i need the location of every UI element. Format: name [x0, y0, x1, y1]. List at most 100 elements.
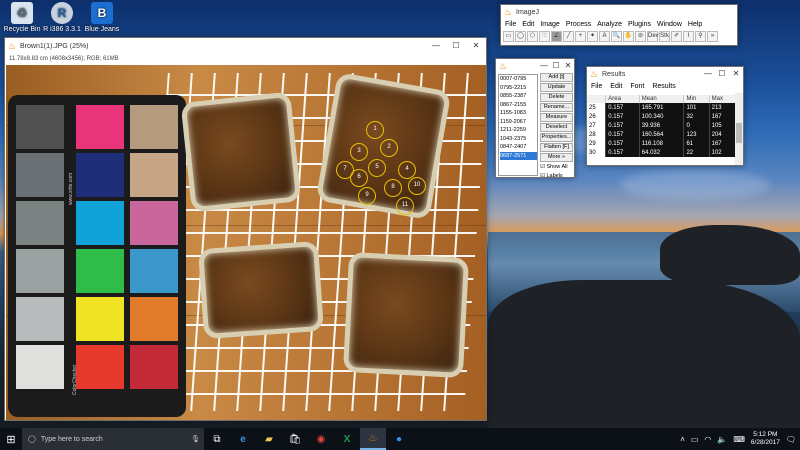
results-table[interactable]: Area Mean Min Max 25 0.157 165.791 101 2… — [587, 95, 738, 157]
keyboard-icon[interactable]: ⌨ — [733, 435, 745, 444]
table-row[interactable]: 27 0.157 39.936 0 105 — [587, 121, 738, 130]
list-item[interactable]: 1043-2375 — [500, 135, 537, 144]
column-header[interactable]: Area — [605, 95, 640, 103]
column-header[interactable]: Mean — [639, 95, 685, 103]
clock[interactable]: 5:12 PM 6/28/2017 — [751, 431, 780, 447]
network-icon[interactable]: ▭ — [691, 435, 699, 444]
list-item-selected[interactable]: 0687-2571 — [500, 151, 537, 160]
menu-font[interactable]: Font — [630, 83, 644, 90]
taskbar-app-explorer[interactable]: ▰ — [256, 428, 282, 450]
deselect-button[interactable]: Deselect — [540, 123, 573, 132]
more-button[interactable]: More » — [540, 153, 573, 162]
rename-button[interactable]: Rename... — [540, 103, 573, 112]
menu-window[interactable]: Window — [657, 21, 682, 28]
table-row[interactable]: 25 0.157 165.791 101 213 — [587, 103, 738, 112]
magnifier-tool-icon[interactable]: 🔍 — [611, 31, 622, 42]
roi-marker[interactable]: 1 — [366, 121, 384, 139]
dev-tool-icon[interactable]: Dev — [647, 31, 659, 42]
dropper-tool-icon[interactable]: ⊘ — [635, 31, 646, 42]
list-item[interactable]: 0855-2387 — [500, 92, 537, 101]
list-item[interactable]: 0847-2407 — [500, 143, 537, 152]
properties-button[interactable]: Properties... — [540, 133, 573, 142]
chevron-up-icon[interactable]: ˄ — [680, 435, 685, 444]
maximize-button[interactable]: ☐ — [715, 66, 729, 82]
desktop-icon-r[interactable]: R R i386 3.3.1 — [42, 2, 82, 33]
roi-marker[interactable]: 5 — [368, 159, 386, 177]
column-header[interactable] — [587, 95, 607, 103]
wand-tool-icon[interactable]: ✦ — [587, 31, 598, 42]
minimize-button[interactable]: — — [701, 66, 715, 82]
table-row[interactable]: 29 0.157 116.108 61 167 — [587, 139, 738, 148]
task-view-button[interactable]: ⧉ — [204, 428, 230, 450]
measure-button[interactable]: Measure — [540, 113, 573, 122]
results-window[interactable]: ♨ Results — ☐ ✕ File Edit Font Results A… — [586, 66, 744, 166]
flatten-button[interactable]: Flatten [F] — [540, 143, 573, 152]
brush-tool-icon[interactable]: ⌇ — [683, 31, 694, 42]
scrollbar-thumb[interactable] — [736, 123, 742, 143]
column-header[interactable]: Min — [683, 95, 710, 103]
column-header[interactable]: Max — [709, 95, 738, 103]
image-window[interactable]: ♨ Brown1(1).JPG (25%) — ☐ ✕ 11.78x8.83 c… — [4, 37, 487, 421]
taskbar-app-excel[interactable]: X — [334, 428, 360, 450]
rectangle-tool-icon[interactable]: ▭ — [503, 31, 514, 42]
table-row[interactable]: 28 0.157 160.564 123 204 — [587, 130, 738, 139]
menu-image[interactable]: Image — [540, 21, 559, 28]
line-tool-icon[interactable]: ╱ — [563, 31, 574, 42]
list-item[interactable]: 0795-2215 — [500, 84, 537, 93]
roi-marker[interactable]: 7 — [336, 161, 354, 179]
oval-tool-icon[interactable]: ◯ — [515, 31, 526, 42]
hand-tool-icon[interactable]: ✋ — [623, 31, 634, 42]
imagej-main-window[interactable]: ♨ ImageJ File Edit Image Process Analyze… — [500, 4, 738, 46]
show-all-checkbox[interactable]: ☑ Show All — [540, 163, 573, 172]
maximize-button[interactable]: ☐ — [446, 38, 466, 54]
taskbar-app-bluejeans[interactable]: ● — [386, 428, 412, 450]
list-item[interactable]: 0867-2155 — [500, 101, 537, 110]
results-scrollbar[interactable] — [735, 93, 743, 165]
start-button[interactable]: ⊞ — [0, 428, 22, 450]
roi-manager-titlebar[interactable]: ♨ — ☐ ✕ — [496, 59, 574, 72]
table-row[interactable]: 26 0.157 100.340 32 167 — [587, 112, 738, 121]
roi-marker[interactable]: 8 — [384, 179, 402, 197]
roi-marker[interactable]: 2 — [380, 139, 398, 157]
roi-marker[interactable]: 4 — [398, 161, 416, 179]
menu-edit[interactable]: Edit — [610, 83, 622, 90]
taskbar-app-imagej[interactable]: ♨ — [360, 428, 386, 450]
wifi-icon[interactable]: ◠ — [704, 435, 711, 444]
image-window-titlebar[interactable]: ♨ Brown1(1).JPG (25%) — ☐ ✕ — [5, 38, 486, 54]
notifications-icon[interactable]: 🗨 — [786, 435, 796, 444]
minimize-button[interactable]: — — [538, 58, 550, 74]
menu-edit[interactable]: Edit — [522, 21, 534, 28]
point-tool-icon[interactable]: + — [575, 31, 586, 42]
roi-list[interactable]: 0007-0795 0795-2215 0855-2387 0867-2155 … — [498, 74, 538, 176]
desktop-icon-bluejeans[interactable]: B Blue Jeans — [82, 2, 122, 33]
taskbar-app-store[interactable]: 🛍 — [282, 428, 308, 450]
close-button[interactable]: ✕ — [729, 66, 743, 82]
stack-tool-icon[interactable]: Stk — [659, 31, 670, 42]
imagej-titlebar[interactable]: ♨ ImageJ — [501, 5, 737, 19]
menu-help[interactable]: Help — [688, 21, 702, 28]
roi-marker[interactable]: 11 — [396, 197, 414, 215]
roi-manager-window[interactable]: ♨ — ☐ ✕ 0007-0795 0795-2215 0855-2387 08… — [495, 58, 575, 181]
roi-marker[interactable]: 3 — [350, 143, 368, 161]
list-item[interactable]: 1159-2067 — [500, 118, 537, 127]
delete-button[interactable]: Delete — [540, 93, 573, 102]
pencil-tool-icon[interactable]: ✐ — [671, 31, 682, 42]
menu-file[interactable]: File — [505, 21, 516, 28]
list-item[interactable]: 1155-1083 — [500, 109, 537, 118]
image-canvas[interactable]: www.xrite.com ColorChecker 1 2 3 4 5 6 7… — [6, 65, 486, 420]
taskbar-app-chrome[interactable]: ◉ — [308, 428, 334, 450]
close-button[interactable]: ✕ — [562, 58, 574, 74]
desktop-icon-recycle-bin[interactable]: ♻ Recycle Bin — [2, 2, 42, 33]
roi-marker[interactable]: 10 — [408, 177, 426, 195]
results-titlebar[interactable]: ♨ Results — ☐ ✕ — [587, 67, 743, 81]
menu-analyze[interactable]: Analyze — [597, 21, 622, 28]
taskbar-search[interactable]: ◯ Type here to search 🎙 — [22, 428, 204, 450]
maximize-button[interactable]: ☐ — [550, 58, 562, 74]
angle-tool-icon[interactable]: ∠ — [551, 31, 562, 42]
freehand-tool-icon[interactable]: ♡ — [539, 31, 550, 42]
labels-checkbox[interactable]: ☑ Labels — [540, 172, 573, 181]
table-row[interactable]: 30 0.157 64.032 22 102 — [587, 148, 738, 157]
more-tools-icon[interactable]: » — [707, 31, 718, 42]
add-button[interactable]: Add [t] — [540, 73, 573, 82]
update-button[interactable]: Update — [540, 83, 573, 92]
